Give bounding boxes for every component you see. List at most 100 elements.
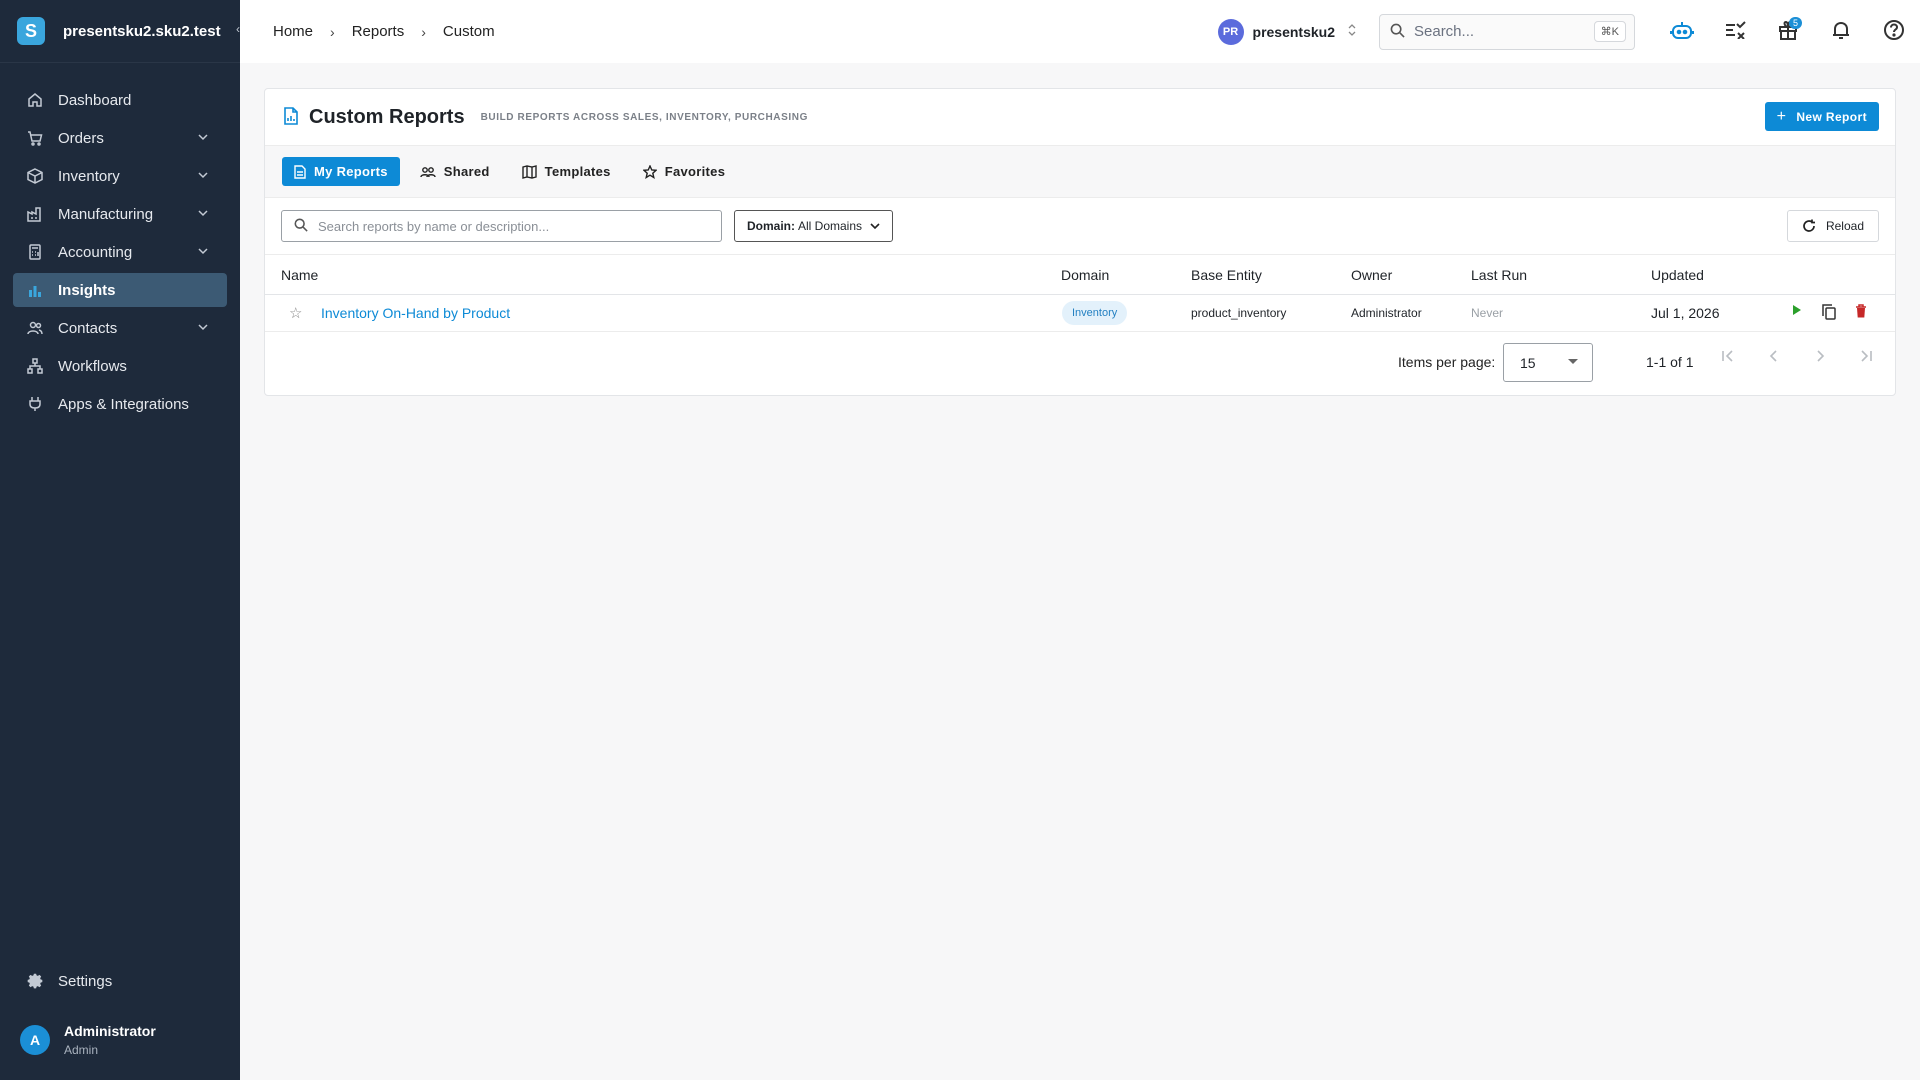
items-per-page-label: Items per page: — [1398, 354, 1496, 370]
settings-label: Settings — [58, 972, 113, 990]
sidebar: S presentsku2.sku2.test ‹ Dashboard Orde… — [0, 0, 240, 1080]
factory-icon — [26, 205, 44, 223]
items-per-page-select[interactable]: 15 — [1503, 343, 1593, 382]
breadcrumb-separator-icon: › — [330, 23, 335, 40]
sidebar-item-label: Inventory — [58, 167, 120, 185]
table-header: Name Domain Base Entity Owner Last Run U… — [265, 255, 1895, 295]
sidebar-item-label: Dashboard — [58, 91, 132, 109]
reload-label: Reload — [1825, 219, 1864, 233]
tenant-avatar: PR — [1217, 18, 1244, 45]
sidebar-item-inventory[interactable]: Inventory — [13, 159, 227, 193]
sidebar-item-accounting[interactable]: Accounting — [13, 235, 227, 269]
base-entity-cell: product_inventory — [1191, 306, 1287, 320]
assistant-button[interactable] — [1655, 0, 1708, 63]
report-name-link[interactable]: Inventory On-Hand by Product — [321, 305, 510, 321]
tab-shared[interactable]: Shared — [408, 157, 502, 186]
updated-cell: Jul 1, 2026 — [1651, 305, 1720, 321]
chevron-down-icon — [197, 206, 209, 223]
domain-filter-value: All Domains — [798, 219, 863, 233]
items-per-page-value: 15 — [1520, 354, 1536, 371]
sidebar-item-label: Contacts — [58, 319, 118, 337]
cart-icon — [26, 129, 44, 147]
sidebar-item-label: Workflows — [58, 357, 127, 375]
tab-label: Shared — [443, 164, 490, 179]
users-icon — [420, 166, 436, 178]
home-icon — [26, 91, 44, 109]
settings-link[interactable]: Settings — [0, 964, 240, 998]
page-buttons — [1705, 349, 1889, 363]
sidebar-footer: Settings A Administrator Admin — [0, 964, 240, 1080]
new-report-label: New Report — [1796, 109, 1867, 124]
star-icon — [642, 164, 657, 179]
search-placeholder: Search... — [1414, 23, 1475, 40]
notifications-button[interactable] — [1814, 0, 1867, 63]
user-profile[interactable]: A Administrator Admin — [0, 1012, 240, 1068]
chevron-up-down-icon — [1347, 23, 1357, 40]
last-run-cell: Never — [1471, 306, 1504, 320]
breadcrumb-home[interactable]: Home — [273, 23, 313, 40]
chevron-down-icon — [197, 130, 209, 147]
app-logo[interactable]: S — [17, 17, 45, 45]
column-header-name[interactable]: Name — [281, 267, 318, 283]
column-header-base-entity[interactable]: Base Entity — [1191, 267, 1262, 283]
checklist-icon — [1724, 21, 1746, 42]
sidebar-item-dashboard[interactable]: Dashboard — [13, 83, 227, 117]
page-range: 1-1 of 1 — [1646, 354, 1694, 370]
sidebar-item-apps-integrations[interactable]: Apps & Integrations — [13, 387, 227, 421]
sidebar-item-orders[interactable]: Orders — [13, 121, 227, 155]
help-icon — [1883, 19, 1905, 44]
tab-favorites[interactable]: Favorites — [631, 157, 738, 186]
whats-new-button[interactable]: 5 — [1761, 0, 1814, 63]
report-search-input[interactable]: Search reports by name or description... — [281, 210, 722, 242]
sidebar-item-label: Manufacturing — [58, 205, 154, 223]
tab-my-reports[interactable]: My Reports — [282, 157, 400, 186]
tenant-name[interactable]: presentsku2.sku2.test — [63, 23, 221, 40]
breadcrumb-current: Custom — [442, 23, 495, 40]
column-header-last-run[interactable]: Last Run — [1471, 267, 1527, 283]
reload-button[interactable]: Reload — [1786, 210, 1879, 242]
sidebar-item-contacts[interactable]: Contacts — [13, 311, 227, 345]
gift-badge: 5 — [1788, 17, 1802, 29]
duplicate-icon[interactable] — [1813, 304, 1845, 320]
sidebar-item-manufacturing[interactable]: Manufacturing — [13, 197, 227, 231]
column-header-updated[interactable]: Updated — [1651, 267, 1704, 283]
new-report-button[interactable]: + New Report — [1764, 102, 1879, 131]
domain-filter-select[interactable]: Domain: All Domains — [734, 210, 894, 242]
top-bar-actions: PR presentsku2 Search... ⌘K 5 — [1217, 0, 1920, 63]
breadcrumb-reports[interactable]: Reports — [352, 23, 405, 40]
tenant-switch-name: presentsku2 — [1252, 23, 1335, 40]
sidebar-item-label: Apps & Integrations — [58, 395, 189, 413]
column-header-domain[interactable]: Domain — [1061, 267, 1109, 283]
next-page-icon[interactable] — [1797, 349, 1843, 363]
delete-icon[interactable] — [1845, 304, 1877, 320]
previous-page-icon[interactable] — [1751, 349, 1797, 363]
sidebar-item-insights[interactable]: Insights — [13, 273, 227, 307]
run-report-icon[interactable] — [1781, 304, 1813, 320]
chevron-down-icon — [197, 244, 209, 261]
report-search-placeholder: Search reports by name or description... — [318, 218, 550, 234]
page-subtitle: BUILD REPORTS ACROSS SALES, INVENTORY, P… — [480, 111, 808, 123]
favorite-star-icon[interactable]: ☆ — [289, 304, 302, 322]
column-header-owner[interactable]: Owner — [1351, 267, 1392, 283]
table-row[interactable]: ☆ Inventory On-Hand by Product Inventory… — [265, 295, 1895, 332]
report-tabs: My Reports Shared Templates Favorites — [265, 146, 1895, 198]
filter-bar: Search reports by name or description...… — [265, 198, 1895, 255]
tenant-switcher[interactable]: PR presentsku2 — [1217, 18, 1357, 45]
sidebar-item-label: Accounting — [58, 243, 133, 261]
calculator-icon — [26, 243, 44, 261]
user-meta: Administrator Admin — [64, 1023, 156, 1057]
custom-reports-card: Custom Reports BUILD REPORTS ACROSS SALE… — [264, 88, 1896, 396]
help-button[interactable] — [1867, 0, 1920, 63]
chevron-down-icon — [197, 320, 209, 337]
global-search-input[interactable]: Search... ⌘K — [1379, 13, 1635, 50]
first-page-icon[interactable] — [1705, 349, 1751, 363]
search-icon — [1390, 23, 1405, 41]
tasks-button[interactable] — [1708, 0, 1761, 63]
plug-icon — [26, 395, 44, 413]
last-page-icon[interactable] — [1843, 349, 1889, 363]
report-document-icon — [283, 106, 299, 128]
bell-icon — [1831, 20, 1851, 43]
page-title: Custom Reports — [309, 105, 465, 128]
sidebar-item-workflows[interactable]: Workflows — [13, 349, 227, 383]
tab-templates[interactable]: Templates — [510, 157, 623, 186]
